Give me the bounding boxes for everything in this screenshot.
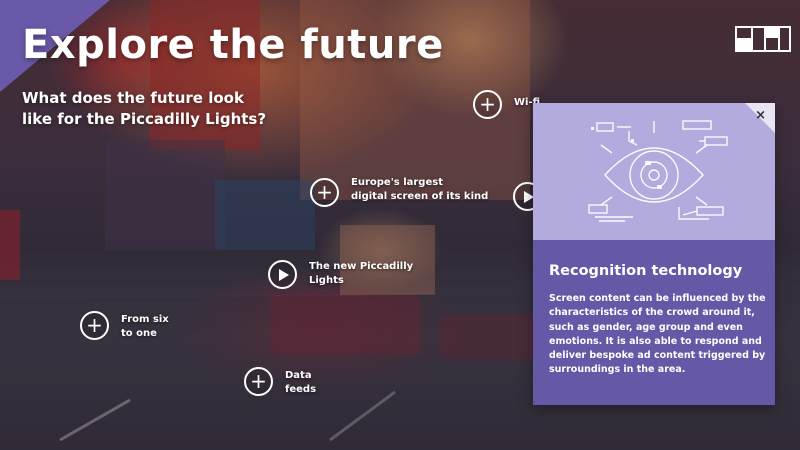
panel-illustration xyxy=(533,103,775,240)
hotspot-data-feeds[interactable]: + Data feeds xyxy=(244,367,316,397)
panel-title: Recognition technology xyxy=(549,263,743,279)
play-icon xyxy=(268,260,297,289)
plus-icon: + xyxy=(244,367,273,396)
piccadilly-lights-logo[interactable] xyxy=(735,26,791,52)
hotspot-label: Data feeds xyxy=(285,370,317,395)
page-subtitle: What does the future look like for the P… xyxy=(22,89,267,128)
panel-body-text: Screen content can be influenced by the … xyxy=(549,293,766,376)
plus-icon: + xyxy=(473,90,502,119)
hotspot-label: Europe's largest digital screen of its k… xyxy=(351,177,489,202)
page-title: Explore the future xyxy=(22,22,444,68)
plus-icon: + xyxy=(310,178,339,207)
eye-recognition-icon xyxy=(588,120,728,222)
close-icon[interactable]: × xyxy=(755,108,766,123)
hotspot-largest-screen[interactable]: + Europe's largest digital screen of its… xyxy=(310,177,489,207)
hotspot-new-lights[interactable]: The new Piccadilly Lights xyxy=(268,260,413,289)
hotspot-six-to-one[interactable]: + From six to one xyxy=(80,311,169,341)
plus-icon: + xyxy=(80,311,109,340)
info-panel: × Recognition technology Screen content … xyxy=(533,103,775,405)
hotspot-label: The new Piccadilly Lights xyxy=(309,261,414,286)
hotspot-label: From six to one xyxy=(121,314,169,339)
hotspot-wifi[interactable]: + Wi-fi xyxy=(473,90,540,119)
